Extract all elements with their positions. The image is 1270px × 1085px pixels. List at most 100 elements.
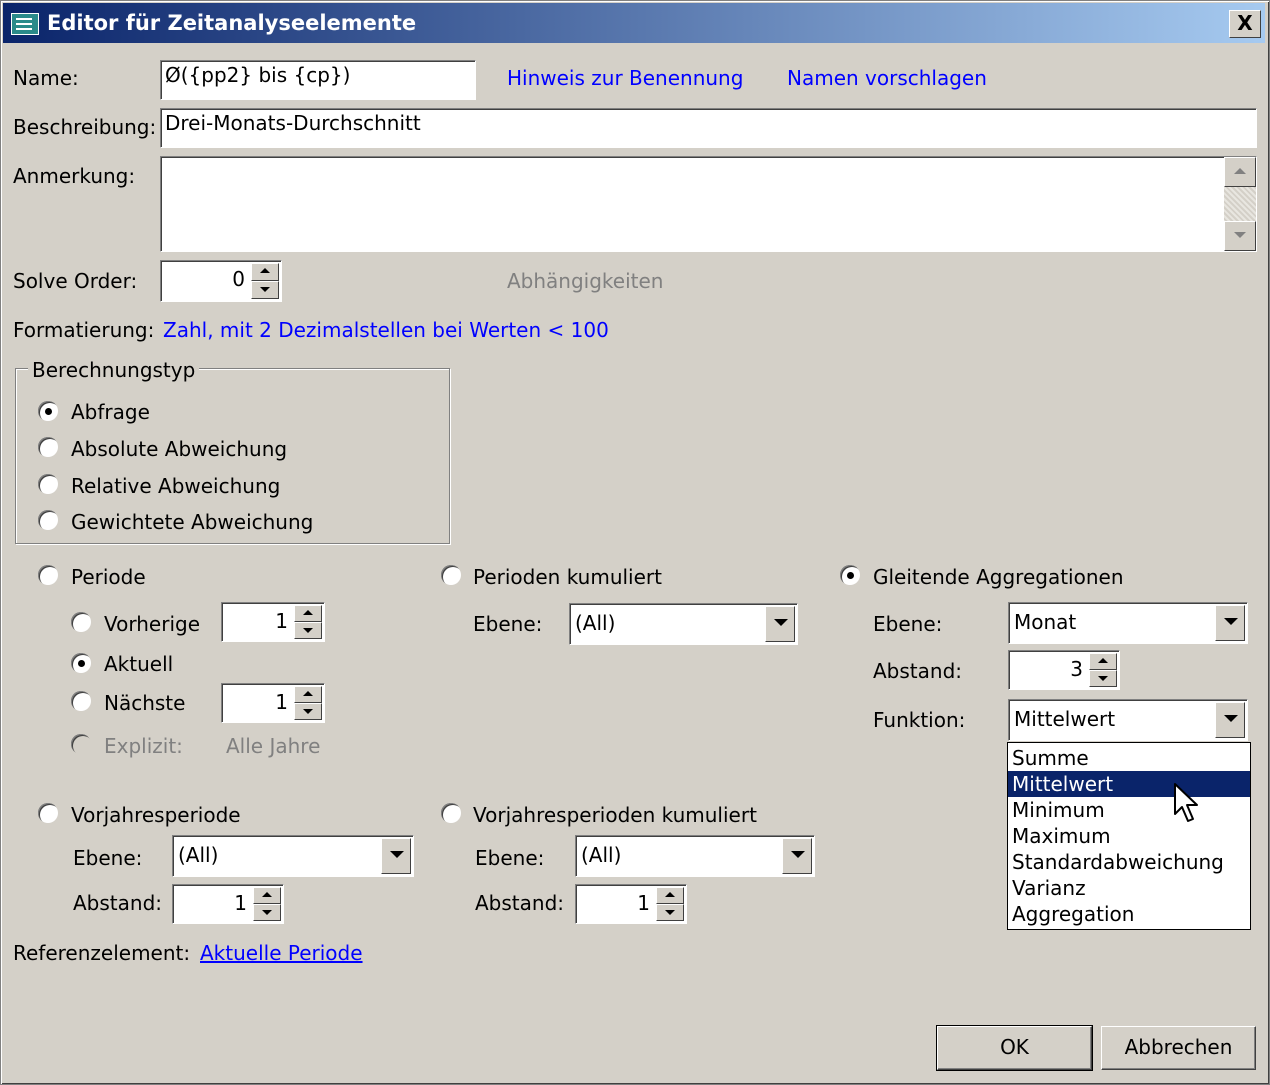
prev-year-cum-distance-label: Abstand: <box>475 891 565 915</box>
dropdown-arrow-icon[interactable] <box>1215 605 1245 641</box>
rolling-level-select[interactable]: Monat <box>1008 602 1248 644</box>
function-option-selected[interactable]: Mittelwert <box>1008 771 1250 797</box>
cumulative-level-select[interactable]: (All) <box>569 603 798 645</box>
radio-weighted-label[interactable]: Gewichtete Abweichung <box>71 510 313 534</box>
reference-label: Referenzelement: <box>13 941 191 965</box>
radio-rolling[interactable] <box>840 565 860 585</box>
note-label: Anmerkung: <box>13 164 136 188</box>
rolling-distance-stepper[interactable]: 3 <box>1008 650 1120 690</box>
radio-cumulative[interactable] <box>441 565 461 585</box>
radio-period[interactable] <box>38 565 58 585</box>
radio-relative-label[interactable]: Relative Abweichung <box>71 474 280 498</box>
prev-year-cum-level-label: Ebene: <box>475 846 545 870</box>
radio-absolute[interactable] <box>38 437 58 457</box>
function-option[interactable]: Maximum <box>1008 823 1250 849</box>
solve-order-stepper[interactable]: 0 <box>160 260 282 302</box>
cumulative-level-label: Ebene: <box>473 612 543 636</box>
radio-absolute-label[interactable]: Absolute Abweichung <box>71 437 287 461</box>
current-label[interactable]: Aktuell <box>104 652 173 676</box>
function-option[interactable]: Summe <box>1008 745 1250 771</box>
prev-year-distance-label: Abstand: <box>73 891 163 915</box>
note-textarea[interactable] <box>160 156 1257 252</box>
prev-year-distance-value: 1 <box>234 891 247 915</box>
prev-year-level-value: (All) <box>178 843 219 867</box>
naming-hint-link[interactable]: Hinweis zur Benennung <box>507 66 743 90</box>
stepper-up-icon[interactable] <box>656 887 684 904</box>
suggest-names-link[interactable]: Namen vorschlagen <box>787 66 987 90</box>
stepper-up-icon[interactable] <box>1089 653 1117 670</box>
previous-label[interactable]: Vorherige <box>104 612 200 636</box>
prev-year-cum-label[interactable]: Vorjahresperioden kumuliert <box>473 803 757 827</box>
radio-current[interactable] <box>71 653 91 673</box>
prev-year-level-select[interactable]: (All) <box>172 835 414 877</box>
calc-type-legend: Berechnungstyp <box>28 358 200 382</box>
name-input[interactable]: Ø({pp2} bis {cp}) <box>160 60 476 100</box>
prev-year-label[interactable]: Vorjahresperiode <box>71 803 241 827</box>
cancel-button[interactable]: Abbrechen <box>1101 1026 1256 1070</box>
function-option[interactable]: Aggregation <box>1008 901 1250 927</box>
next-label[interactable]: Nächste <box>104 691 185 715</box>
reference-link[interactable]: Aktuelle Periode <box>200 941 363 965</box>
scroll-up-icon[interactable] <box>1224 157 1256 187</box>
prev-year-cum-level-select[interactable]: (All) <box>575 835 815 877</box>
rolling-function-label: Funktion: <box>873 708 966 732</box>
close-button[interactable]: X <box>1229 10 1261 38</box>
solve-order-value: 0 <box>232 267 245 291</box>
dependencies-link: Abhängigkeiten <box>507 269 664 293</box>
stepper-down-icon[interactable] <box>656 904 684 921</box>
radio-abfrage[interactable] <box>38 401 58 421</box>
description-label: Beschreibung: <box>13 115 157 139</box>
prev-year-cum-distance-value: 1 <box>637 891 650 915</box>
function-dropdown-list[interactable]: Summe Mittelwert Minimum Maximum Standar… <box>1007 742 1251 930</box>
explicit-value: Alle Jahre <box>226 734 321 758</box>
explicit-label: Explizit: <box>104 734 183 758</box>
dropdown-arrow-icon[interactable] <box>765 606 795 642</box>
function-option[interactable]: Minimum <box>1008 797 1250 823</box>
cumulative-label[interactable]: Perioden kumuliert <box>473 565 662 589</box>
solve-order-label: Solve Order: <box>13 269 138 293</box>
function-option[interactable]: Standardabweichung <box>1008 849 1250 875</box>
format-link[interactable]: Zahl, mit 2 Dezimalstellen bei Werten < … <box>163 318 609 342</box>
dropdown-arrow-icon[interactable] <box>381 838 411 874</box>
radio-weighted[interactable] <box>38 510 58 530</box>
cumulative-level-value: (All) <box>575 611 616 635</box>
radio-prev-year[interactable] <box>38 803 58 823</box>
dropdown-arrow-icon[interactable] <box>782 838 812 874</box>
prev-year-cum-distance-stepper[interactable]: 1 <box>575 884 687 924</box>
previous-stepper[interactable]: 1 <box>221 602 325 642</box>
radio-explicit <box>71 734 91 754</box>
name-label: Name: <box>13 66 79 90</box>
prev-year-level-label: Ebene: <box>73 846 143 870</box>
radio-relative[interactable] <box>38 474 58 494</box>
function-option[interactable]: Varianz <box>1008 875 1250 901</box>
radio-previous[interactable] <box>71 612 91 632</box>
stepper-down-icon[interactable] <box>294 703 322 720</box>
radio-abfrage-label[interactable]: Abfrage <box>71 400 150 424</box>
format-label: Formatierung: <box>13 318 155 342</box>
period-label[interactable]: Periode <box>71 565 146 589</box>
next-value: 1 <box>275 690 288 714</box>
stepper-down-icon[interactable] <box>1089 670 1117 687</box>
stepper-up-icon[interactable] <box>294 686 322 703</box>
next-stepper[interactable]: 1 <box>221 683 325 723</box>
window-title: Editor für Zeitanalyseelemente <box>47 11 417 35</box>
radio-next[interactable] <box>71 691 91 711</box>
mouse-cursor-icon <box>1174 783 1198 822</box>
dropdown-arrow-icon[interactable] <box>1215 702 1245 738</box>
stepper-up-icon[interactable] <box>251 263 279 281</box>
scroll-down-icon[interactable] <box>1224 221 1256 251</box>
stepper-down-icon[interactable] <box>294 622 322 639</box>
stepper-down-icon[interactable] <box>251 281 279 299</box>
radio-prev-year-cum[interactable] <box>441 803 461 823</box>
rolling-distance-label: Abstand: <box>873 659 963 683</box>
ok-button[interactable]: OK <box>936 1025 1093 1071</box>
note-scrollbar[interactable] <box>1224 157 1256 251</box>
stepper-up-icon[interactable] <box>294 605 322 622</box>
stepper-up-icon[interactable] <box>253 887 281 904</box>
rolling-function-select[interactable]: Mittelwert <box>1008 699 1248 741</box>
stepper-down-icon[interactable] <box>253 904 281 921</box>
prev-year-distance-stepper[interactable]: 1 <box>172 884 284 924</box>
rolling-label[interactable]: Gleitende Aggregationen <box>873 565 1124 589</box>
title-bar[interactable]: Editor für Zeitanalyseelemente X <box>3 3 1265 43</box>
description-input[interactable]: Drei-Monats-Durchschnitt <box>160 108 1257 148</box>
